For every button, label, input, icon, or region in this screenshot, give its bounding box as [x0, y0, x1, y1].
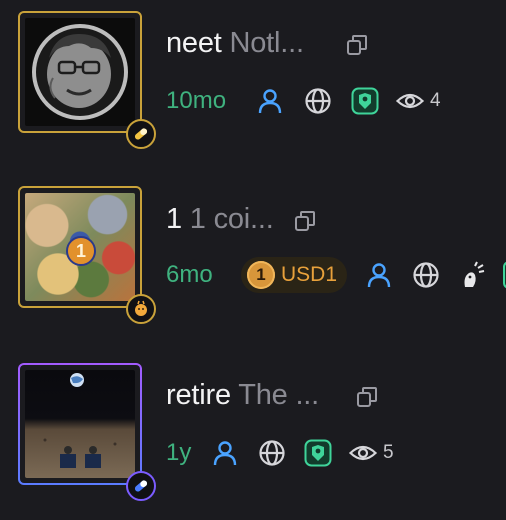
- token-title: retire The ...: [166, 379, 319, 412]
- user-icon[interactable]: [256, 87, 284, 115]
- token-meta: 10mo 4: [166, 83, 441, 119]
- token-thumbnail-frame[interactable]: 1: [18, 186, 156, 324]
- token-description: Notl...: [229, 27, 305, 59]
- token-description: The ...: [238, 379, 320, 411]
- usd1-coin-icon: 1: [66, 236, 96, 266]
- copy-icon[interactable]: [355, 385, 379, 409]
- token-image: 1: [25, 193, 135, 301]
- globe-icon[interactable]: [258, 439, 286, 467]
- bonk-icon[interactable]: [457, 261, 485, 289]
- token-thumbnail-frame[interactable]: [18, 363, 156, 501]
- token-name: 1: [166, 203, 182, 235]
- token-thumbnail-frame[interactable]: [18, 11, 156, 149]
- eye-icon: [395, 87, 425, 115]
- user-icon[interactable]: [211, 439, 239, 467]
- token-row[interactable]: 1 1 1 coi... 6mo 1 USD1: [0, 176, 506, 326]
- copy-icon[interactable]: [293, 209, 317, 233]
- globe-icon[interactable]: [304, 87, 332, 115]
- token-name: neet: [166, 27, 222, 59]
- shield-lion-icon[interactable]: [304, 439, 332, 467]
- eye-icon: [348, 439, 378, 467]
- token-name: retire: [166, 379, 231, 411]
- quote-currency-label: USD1: [281, 263, 338, 286]
- token-age: 10mo: [166, 87, 227, 114]
- bonk-icon: [126, 294, 156, 324]
- token-description: 1 coi...: [189, 203, 274, 235]
- view-count: 5: [383, 442, 394, 463]
- token-image: [25, 370, 135, 478]
- token-meta: 6mo 1 USD1: [166, 257, 506, 293]
- copy-icon[interactable]: [345, 33, 369, 57]
- token-image: [25, 18, 135, 126]
- token-row[interactable]: retire The ... 1y 5: [0, 352, 506, 502]
- globe-icon[interactable]: [412, 261, 440, 289]
- usd1-coin-icon: 1: [247, 261, 275, 289]
- token-row[interactable]: neet Notl... 10mo 4: [0, 0, 506, 150]
- user-icon[interactable]: [365, 261, 393, 289]
- view-count: 4: [430, 90, 441, 111]
- pill-icon: [126, 119, 156, 149]
- shield-lion-icon[interactable]: [351, 87, 379, 115]
- token-title: neet Notl...: [166, 27, 304, 60]
- token-title: 1 1 coi...: [166, 203, 274, 236]
- token-meta: 1y 5: [166, 435, 394, 471]
- token-age: 6mo: [166, 261, 213, 288]
- pill-icon: [126, 471, 156, 501]
- quote-currency-pill: 1 USD1: [241, 257, 348, 293]
- token-age: 1y: [166, 439, 192, 466]
